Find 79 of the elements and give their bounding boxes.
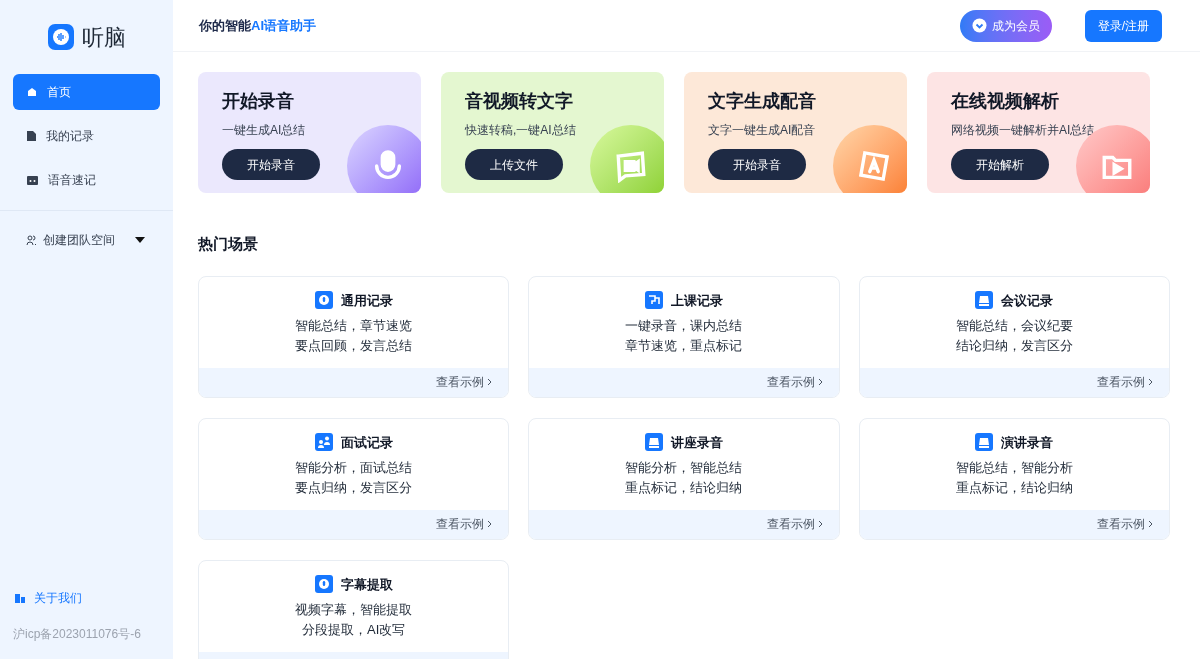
login-button[interactable]: 登录/注册	[1084, 9, 1162, 42]
scene-card[interactable]: 上课记录 一键录音，课内总结 章节速览，重点标记 查看示例	[528, 275, 840, 398]
feature-button[interactable]: 上传文件	[465, 149, 563, 180]
feature-button[interactable]: 开始录音	[708, 149, 806, 180]
scene-title: 会议记录	[1001, 291, 1054, 310]
scene-description: 重点标记，结论归纳	[955, 479, 1073, 497]
cassette-icon	[27, 175, 38, 185]
scene-title: 面试记录	[340, 433, 393, 452]
chevron-right-icon	[487, 520, 493, 528]
feature-subtitle: 网络视频一键解析并AI总结	[951, 122, 1096, 139]
scene-card[interactable]: 面试记录 智能分析，面试总结 要点归纳，发言区分 查看示例	[198, 417, 510, 540]
view-example-link[interactable]: 查看示例	[436, 373, 493, 391]
view-example-link[interactable]: 查看示例	[1097, 515, 1153, 533]
icp-text: 沪icp备2023011076号-6	[13, 626, 142, 643]
podium-icon	[975, 291, 994, 310]
microphone-icon	[314, 291, 333, 310]
scene-card[interactable]: 演讲录音 智能总结，智能分析 重点标记，结论归纳 查看示例	[858, 417, 1170, 540]
scene-title: 演讲录音	[1001, 433, 1054, 452]
view-example-link[interactable]: 查看示例	[436, 515, 493, 533]
scene-description: 智能总结，会议纪要	[955, 317, 1073, 335]
document-icon	[27, 131, 36, 141]
header-title: 你的智能	[199, 16, 251, 35]
section-title: 热门场景	[198, 234, 259, 254]
building-icon	[15, 593, 26, 603]
nav-item[interactable]: 我的记录	[13, 118, 160, 154]
letter-a-icon	[857, 149, 891, 183]
scene-description: 分段提取，AI改写	[302, 621, 406, 639]
home-icon	[27, 87, 37, 97]
scene-description: 要点回顾，发言总结	[295, 337, 413, 355]
scene-description: 智能总结，智能分析	[955, 459, 1073, 477]
membership-button[interactable]: 成为会员	[959, 9, 1052, 42]
people-icon	[314, 433, 333, 452]
scene-card[interactable]: 讲座录音 智能分析，智能总结 重点标记，结论归纳 查看示例	[528, 417, 840, 540]
scene-description: 智能分析，智能总结	[625, 459, 743, 477]
feature-subtitle: 快速转稿,一键AI总结	[465, 122, 577, 139]
nav-item[interactable]: 首页	[13, 74, 160, 110]
scene-title: 讲座录音	[671, 433, 723, 452]
podium-icon	[645, 433, 663, 452]
chevron-right-icon	[817, 520, 823, 528]
scene-description: 章节速览，重点标记	[625, 337, 743, 355]
nav-item[interactable]: 语音速记	[13, 162, 160, 198]
feature-title: 音视频转文字	[465, 90, 574, 113]
chevron-right-icon	[1148, 378, 1153, 386]
feature-subtitle: 一键生成AI总结	[222, 122, 307, 139]
video-camera-icon	[614, 149, 648, 183]
feature-title: 开始录音	[222, 90, 295, 113]
view-example-link[interactable]: 查看示例	[766, 515, 823, 533]
about-link[interactable]: 关于我们	[15, 589, 158, 607]
scene-title: 通用记录	[340, 291, 393, 310]
scene-description: 智能分析，面试总结	[295, 459, 413, 477]
scene-description: 一键录音，课内总结	[625, 317, 743, 335]
scene-description: 重点标记，结论归纳	[625, 479, 743, 497]
scene-description: 结论归纳，发言区分	[955, 337, 1073, 355]
scene-card[interactable]: 通用记录 智能总结，章节速览 要点回顾，发言总结 查看示例	[198, 275, 510, 398]
feature-button[interactable]: 开始解析	[951, 149, 1049, 180]
chevron-right-icon	[1148, 520, 1153, 528]
scene-description: 要点归纳，发言区分	[295, 479, 413, 497]
scene-title: 上课记录	[671, 291, 723, 310]
feature-title: 文字生成配音	[708, 90, 817, 113]
microphone-icon	[314, 575, 333, 594]
chevron-right-icon	[487, 378, 493, 386]
scene-title: 字幕提取	[340, 575, 393, 594]
team-space-dropdown[interactable]: 创建团队空间	[26, 231, 147, 249]
scene-description: 智能总结，章节速览	[295, 317, 413, 335]
view-example-link[interactable]: 查看示例	[766, 373, 823, 391]
chevron-right-icon	[817, 378, 823, 386]
feature-button[interactable]: 开始录音	[222, 149, 320, 180]
feature-title: 在线视频解析	[951, 90, 1060, 113]
scene-card[interactable]: 会议记录 智能总结，会议纪要 结论归纳，发言区分 查看示例	[858, 275, 1170, 398]
view-example-link[interactable]: 查看示例	[1097, 373, 1153, 391]
logo-text: 听脑	[81, 23, 126, 52]
scene-description: 视频字幕，智能提取	[295, 601, 413, 619]
podium-icon	[975, 433, 994, 452]
people-icon	[26, 234, 37, 246]
feature-subtitle: 文字一键生成AI配音	[708, 122, 817, 139]
scene-card[interactable]: 字幕提取 视频字幕，智能提取 分段提取，AI改写	[198, 559, 510, 659]
badge-icon	[971, 18, 987, 33]
caret-icon	[135, 237, 145, 243]
header-title-highlight: AI语音助手	[251, 16, 316, 35]
